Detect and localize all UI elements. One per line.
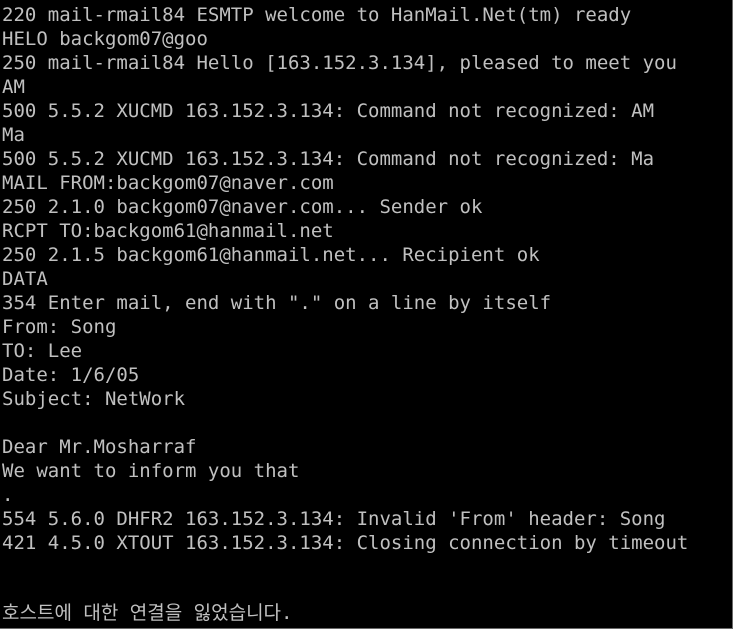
terminal-line: DATA — [2, 268, 48, 290]
terminal-line: HELO backgom07@goo — [2, 28, 208, 50]
terminal-line: TO: Lee — [2, 340, 83, 362]
terminal-line: 554 5.6.0 DHFR2 163.152.3.134: Invalid '… — [2, 508, 666, 530]
terminal-line: RCPT TO:backgom61@hanmail.net — [2, 220, 334, 242]
terminal-window[interactable]: 220 mail-rmail84 ESMTP welcome to HanMai… — [0, 0, 733, 629]
terminal-line: 250 mail-rmail84 Hello [163.152.3.134], … — [2, 52, 677, 74]
terminal-line: Dear Mr.Mosharraf — [2, 436, 197, 458]
terminal-line: 421 4.5.0 XTOUT 163.152.3.134: Closing c… — [2, 532, 689, 554]
terminal-line: We want to inform you that — [2, 460, 300, 482]
terminal-line: 220 mail-rmail84 ESMTP welcome to HanMai… — [2, 4, 632, 26]
terminal-line: 500 5.5.2 XUCMD 163.152.3.134: Command n… — [2, 100, 655, 122]
terminal-line: From: Song — [2, 316, 117, 338]
terminal-line: Subject: NetWork — [2, 388, 186, 410]
terminal-line: MAIL FROM:backgom07@naver.com — [2, 172, 334, 194]
terminal-line: Date: 1/6/05 — [2, 364, 140, 386]
terminal-line: . — [2, 484, 14, 506]
terminal-line: AM — [2, 76, 25, 98]
terminal-line: 354 Enter mail, end with "." on a line b… — [2, 292, 552, 314]
terminal-line: 250 2.1.5 backgom61@hanmail.net... Recip… — [2, 244, 540, 266]
terminal-line: 250 2.1.0 backgom07@naver.com... Sender … — [2, 196, 483, 218]
terminal-line: Ma — [2, 124, 25, 146]
terminal-line: 500 5.5.2 XUCMD 163.152.3.134: Command n… — [2, 148, 655, 170]
terminal-output: 220 mail-rmail84 ESMTP welcome to HanMai… — [2, 3, 732, 555]
connection-lost-message: 호스트에 대한 연결을 잃었습니다. — [2, 602, 293, 624]
